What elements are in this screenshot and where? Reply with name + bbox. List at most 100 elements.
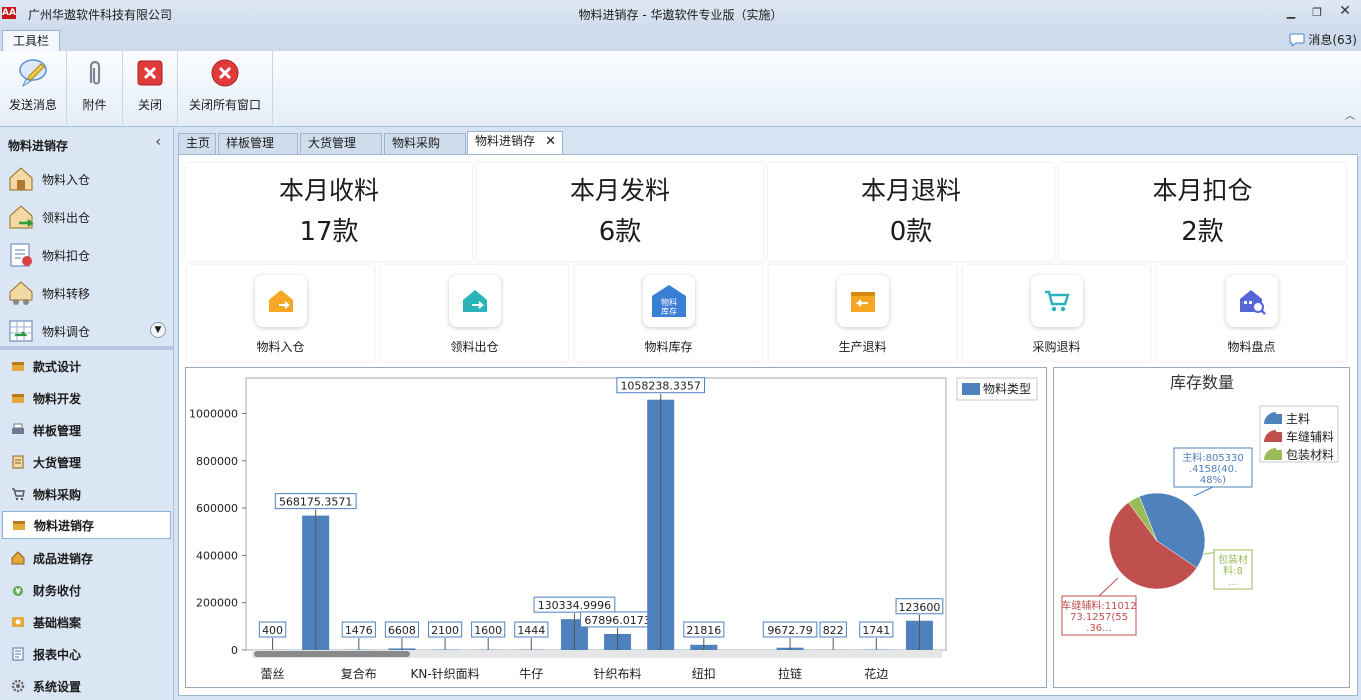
report-icon: [10, 646, 26, 662]
y-tick-label: 1000000: [189, 407, 238, 420]
sub-item-material-transfer[interactable]: 物料转移: [6, 275, 166, 311]
close-window-icon[interactable]: ✕: [1337, 3, 1353, 19]
close-square-icon: [134, 57, 166, 89]
slice-label: 包装材: [1218, 553, 1248, 566]
tab-material-inventory[interactable]: 物料进销存 ✕: [467, 131, 563, 154]
document-deduct-icon: [6, 240, 36, 270]
send-message-button[interactable]: 发送消息: [0, 51, 67, 125]
tile-stocktake[interactable]: 物料盘点: [1157, 265, 1346, 361]
x-tick-label: 牛仔: [519, 666, 543, 681]
nav-label: 成品进销存: [33, 551, 94, 566]
tile-inventory[interactable]: 物料 库存 物料库存: [575, 265, 762, 361]
data-label: 400: [262, 624, 283, 637]
tile-label: 物料库存: [644, 340, 693, 354]
legend-swatch: [962, 383, 980, 395]
y-tick-label: 400000: [196, 549, 238, 562]
tile-material-in[interactable]: 物料入仓: [187, 265, 374, 361]
document-tabs: 主页 样板管理 大货管理 物料采购 物料进销存 ✕: [178, 131, 1361, 154]
nav-material-inventory[interactable]: 物料进销存: [2, 511, 171, 539]
sub-item-label: 物料调仓: [42, 324, 91, 339]
tile-material-out[interactable]: 领料出仓: [381, 265, 568, 361]
sub-item-label: 物料入仓: [42, 172, 91, 187]
legend-swatch: [1276, 450, 1282, 460]
window-title: 物料进销存 - 华遨软件专业版（实施）: [578, 8, 783, 22]
gear-icon: [10, 678, 26, 694]
nav-bulk-management[interactable]: 大货管理: [2, 448, 171, 476]
close-button[interactable]: 关闭: [123, 51, 178, 125]
tab-home[interactable]: 主页: [178, 133, 216, 154]
x-tick-label: 拉链: [778, 666, 802, 681]
house-transfer-icon: [6, 278, 36, 308]
tile-production-return[interactable]: 生产退料: [769, 265, 956, 361]
dashboard: 本月收料 17款 本月发料 6款 本月退料 0款 本月扣仓 2款 物料入仓 领料…: [178, 154, 1358, 696]
data-label: 2100: [431, 624, 459, 637]
tab-material-purchase[interactable]: 物料采购: [384, 133, 466, 154]
tile-purchase-return[interactable]: 采购退料: [963, 265, 1150, 361]
bar-chart-svg: 0 200000 400000 600000 800000 1000000 400 5681…: [189, 377, 1038, 681]
messages-label: 消息(63): [1308, 33, 1357, 47]
slice-label: 料:8: [1223, 564, 1243, 577]
attachment-button[interactable]: 附件: [67, 51, 123, 125]
collapse-ribbon-icon[interactable]: ︿: [1345, 107, 1355, 122]
scroll-down-icon[interactable]: ▼: [150, 322, 166, 338]
warehouse-out-icon: [448, 275, 501, 327]
data-label: 21816: [686, 624, 721, 637]
tab-label: 物料进销存: [475, 134, 536, 148]
nav-material-purchase[interactable]: 物料采购: [2, 480, 171, 508]
data-label: 1444: [517, 624, 545, 637]
nav-finance[interactable]: ¥ 财务收付: [2, 576, 171, 604]
legend-swatch: [1276, 414, 1282, 424]
sub-item-material-reallocate[interactable]: 物料调仓: [6, 313, 166, 349]
close-label: 关闭: [137, 98, 162, 112]
nav-system-settings[interactable]: 系统设置: [2, 672, 171, 700]
y-tick-label: 0: [231, 644, 238, 657]
nav-report-center[interactable]: 报表中心: [2, 640, 171, 668]
tab-sample-management[interactable]: 样板管理: [218, 133, 298, 154]
nav-label: 财务收付: [33, 583, 82, 598]
y-tick-label: 800000: [196, 455, 238, 468]
close-circle-icon: [209, 57, 241, 89]
minimize-icon[interactable]: ▁: [1283, 6, 1299, 20]
restore-icon[interactable]: ❐: [1309, 6, 1325, 20]
collapse-sidebar-icon[interactable]: ‹: [155, 134, 161, 150]
scrollbar-thumb[interactable]: [254, 651, 410, 657]
nav-basic-archives[interactable]: 基础档案: [2, 608, 171, 636]
stat-value: 2款: [1181, 217, 1224, 247]
tab-bulk-management[interactable]: 大货管理: [300, 133, 382, 154]
legend-label: 主料: [1286, 412, 1310, 426]
pie-legend: 主料车缝辅料包装材料: [1259, 405, 1339, 463]
svg-text:¥: ¥: [15, 587, 21, 596]
messages-link[interactable]: 消息(63): [1289, 31, 1357, 48]
tile-label: 生产退料: [838, 340, 887, 354]
nav-label: 物料采购: [33, 487, 82, 502]
close-tab-icon[interactable]: ✕: [545, 132, 556, 151]
data-label: 123600: [898, 601, 940, 614]
bar-legend: 物料类型: [956, 377, 1038, 401]
sub-item-label: 物料扣仓: [42, 248, 91, 263]
sub-item-material-deduct[interactable]: 物料扣仓: [6, 237, 166, 273]
stat-title: 本月收料: [278, 176, 379, 205]
nav-product-inventory[interactable]: 成品进销存: [2, 544, 171, 572]
ribbon-toolbar: 发送消息 附件 关闭 关闭所有窗口 ︿: [0, 51, 1361, 127]
close-all-windows-button[interactable]: 关闭所有窗口: [178, 51, 273, 125]
data-label: 6608: [388, 624, 416, 637]
inventory-icon-text-2: 库存: [661, 306, 677, 316]
slice-label: 73.1257(55: [1070, 612, 1128, 623]
house-in-icon: [6, 164, 36, 194]
nav-material-development[interactable]: 物料开发: [2, 384, 171, 412]
nav-style-design[interactable]: 款式设计: [2, 352, 171, 380]
sub-item-material-out[interactable]: 领料出仓: [6, 199, 166, 235]
nav-sample-management[interactable]: 样板管理: [2, 416, 171, 444]
data-label: 130334.9996: [538, 599, 611, 612]
sub-item-material-in[interactable]: 物料入仓: [6, 161, 166, 197]
y-tick-label: 200000: [196, 597, 238, 610]
send-message-icon: [17, 57, 49, 89]
y-tick-label: 600000: [196, 502, 238, 515]
stat-card-received: 本月收料 17款: [186, 163, 472, 261]
data-label: 1476: [345, 624, 373, 637]
nav-label: 系统设置: [33, 679, 82, 694]
slice-label: .4158(40.: [1189, 464, 1237, 475]
tile-label: 物料盘点: [1227, 340, 1276, 354]
stat-value: 17款: [299, 217, 359, 247]
toolbar-tab[interactable]: 工具栏: [2, 30, 60, 51]
